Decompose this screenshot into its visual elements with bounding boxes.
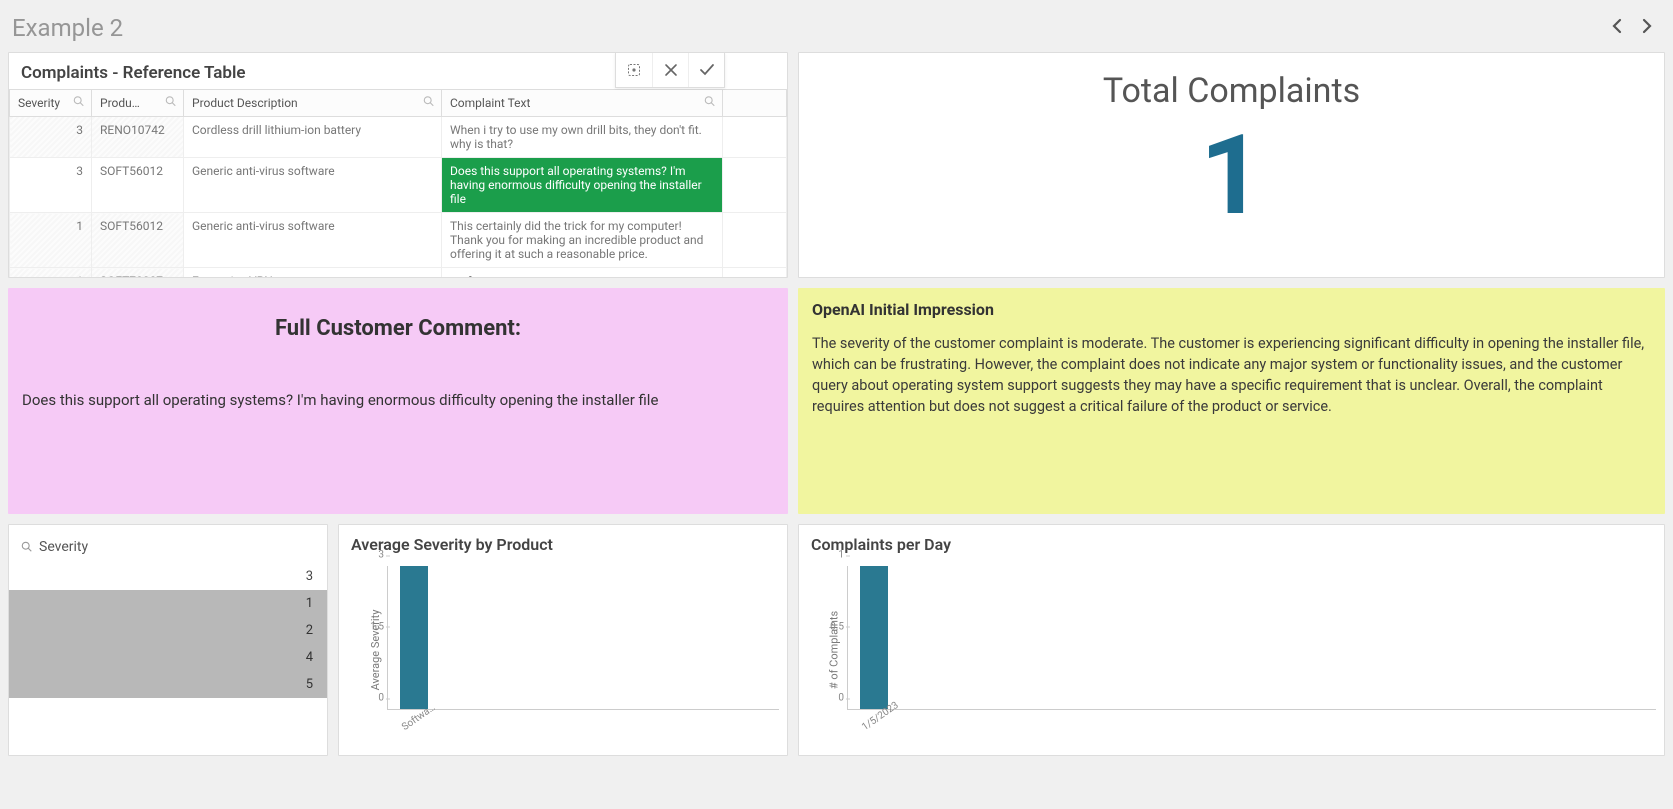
cell-description: Generic anti-virus software xyxy=(184,213,442,268)
next-sheet-button[interactable] xyxy=(1641,18,1653,39)
cell-spacer xyxy=(723,117,787,158)
impression-card: OpenAI Initial Impression The severity o… xyxy=(798,288,1665,514)
search-icon[interactable] xyxy=(73,96,85,111)
severity-filter-item[interactable]: 5 xyxy=(9,671,327,698)
col-header-complaint[interactable]: Complaint Text xyxy=(442,90,723,117)
cell-description: Generic anti-virus software xyxy=(184,158,442,213)
search-icon xyxy=(21,541,33,553)
complaints-reference-table-card: Complaints - Reference Table Severity Pr… xyxy=(8,52,788,278)
cell-description: Enterprise VPN xyxy=(184,268,442,279)
lasso-icon xyxy=(626,62,642,78)
cell-spacer xyxy=(723,213,787,268)
chevron-left-icon xyxy=(1611,18,1623,34)
complaints-per-day-chart[interactable]: # of Complaints 00.511/5/2023 xyxy=(799,560,1664,740)
col-header-description[interactable]: Product Description xyxy=(184,90,442,117)
cell-severity: 1 xyxy=(10,213,92,268)
filter-title: Severity xyxy=(39,539,88,555)
cell-severity: 1 xyxy=(10,268,92,279)
kpi-title: Total Complaints xyxy=(799,71,1664,111)
cell-product: RENO10742 xyxy=(92,117,184,158)
y-tick: 1.5 xyxy=(354,621,384,632)
kpi-value: 1 xyxy=(799,121,1664,231)
chevron-right-icon xyxy=(1641,18,1653,34)
sheet-nav xyxy=(1611,18,1653,39)
total-complaints-card: Total Complaints 1 xyxy=(798,52,1665,278)
card-title: Complaints per Day xyxy=(799,525,1664,560)
search-icon[interactable] xyxy=(423,96,435,111)
cell-complaint: This certainly did the trick for my comp… xyxy=(442,213,723,268)
page-title: Example 2 xyxy=(12,14,123,42)
cancel-selection-button[interactable] xyxy=(652,53,688,87)
impression-text: The severity of the customer complaint i… xyxy=(812,333,1651,417)
severity-filter-item[interactable]: 3 xyxy=(9,563,327,590)
cell-product: SOFT56012 xyxy=(92,158,184,213)
lasso-select-button[interactable] xyxy=(616,53,652,87)
y-tick: 0.5 xyxy=(814,621,844,632)
severity-filter-item[interactable]: 4 xyxy=(9,644,327,671)
chart-bar[interactable] xyxy=(860,566,888,709)
cell-description: Cordless drill lithium-ion battery xyxy=(184,117,442,158)
complaints-table[interactable]: Severity Produ… Product Description Comp… xyxy=(9,89,787,278)
severity-filter-item[interactable]: 1 xyxy=(9,590,327,617)
cell-spacer xyxy=(723,268,787,279)
table-row[interactable]: 1SOFT70207Enterprise VPNperfect xyxy=(10,268,787,279)
col-header-severity[interactable]: Severity xyxy=(10,90,92,117)
avg-severity-chart-card: Average Severity by Product Average Seve… xyxy=(338,524,788,756)
search-icon[interactable] xyxy=(704,96,716,111)
cell-severity: 3 xyxy=(10,158,92,213)
chart-plot-area: 01.53Softwa… xyxy=(387,566,779,710)
search-icon[interactable] xyxy=(165,96,177,111)
y-tick: 1 xyxy=(814,550,844,561)
y-tick: 0 xyxy=(814,693,844,704)
avg-severity-chart[interactable]: Average Severity 01.53Softwa… xyxy=(339,560,787,740)
cell-complaint: perfect xyxy=(442,268,723,279)
severity-filter-card: Severity 31245 xyxy=(8,524,328,756)
cell-complaint: When i try to use my own drill bits, the… xyxy=(442,117,723,158)
cell-spacer xyxy=(723,158,787,213)
selection-toolbar xyxy=(615,53,725,88)
cell-product: SOFT70207 xyxy=(92,268,184,279)
y-tick: 0 xyxy=(354,693,384,704)
table-row[interactable]: 3SOFT56012Generic anti-virus softwareDoe… xyxy=(10,158,787,213)
table-row[interactable]: 1SOFT56012Generic anti-virus softwareThi… xyxy=(10,213,787,268)
prev-sheet-button[interactable] xyxy=(1611,18,1623,39)
table-row[interactable]: 3RENO10742Cordless drill lithium-ion bat… xyxy=(10,117,787,158)
chart-plot-area: 00.511/5/2023 xyxy=(847,566,1656,710)
severity-filter-list: 31245 xyxy=(9,563,327,698)
full-comment-card: Full Customer Comment: Does this support… xyxy=(8,288,788,514)
confirm-selection-button[interactable] xyxy=(688,53,724,87)
col-header-spacer xyxy=(723,90,787,117)
card-title: Average Severity by Product xyxy=(339,525,787,560)
cell-severity: 3 xyxy=(10,117,92,158)
y-tick: 3 xyxy=(354,550,384,561)
chart-bar[interactable] xyxy=(400,566,428,709)
close-icon xyxy=(664,63,678,77)
cell-product: SOFT56012 xyxy=(92,213,184,268)
cell-complaint: Does this support all operating systems?… xyxy=(442,158,723,213)
severity-filter-item[interactable]: 2 xyxy=(9,617,327,644)
card-title: OpenAI Initial Impression xyxy=(812,300,1651,319)
check-icon xyxy=(699,63,715,77)
comment-text: Does this support all operating systems?… xyxy=(8,351,788,419)
filter-header[interactable]: Severity xyxy=(9,525,327,563)
card-title: Full Customer Comment: xyxy=(8,288,788,351)
col-header-product[interactable]: Produ… xyxy=(92,90,184,117)
complaints-per-day-chart-card: Complaints per Day # of Complaints 00.51… xyxy=(798,524,1665,756)
